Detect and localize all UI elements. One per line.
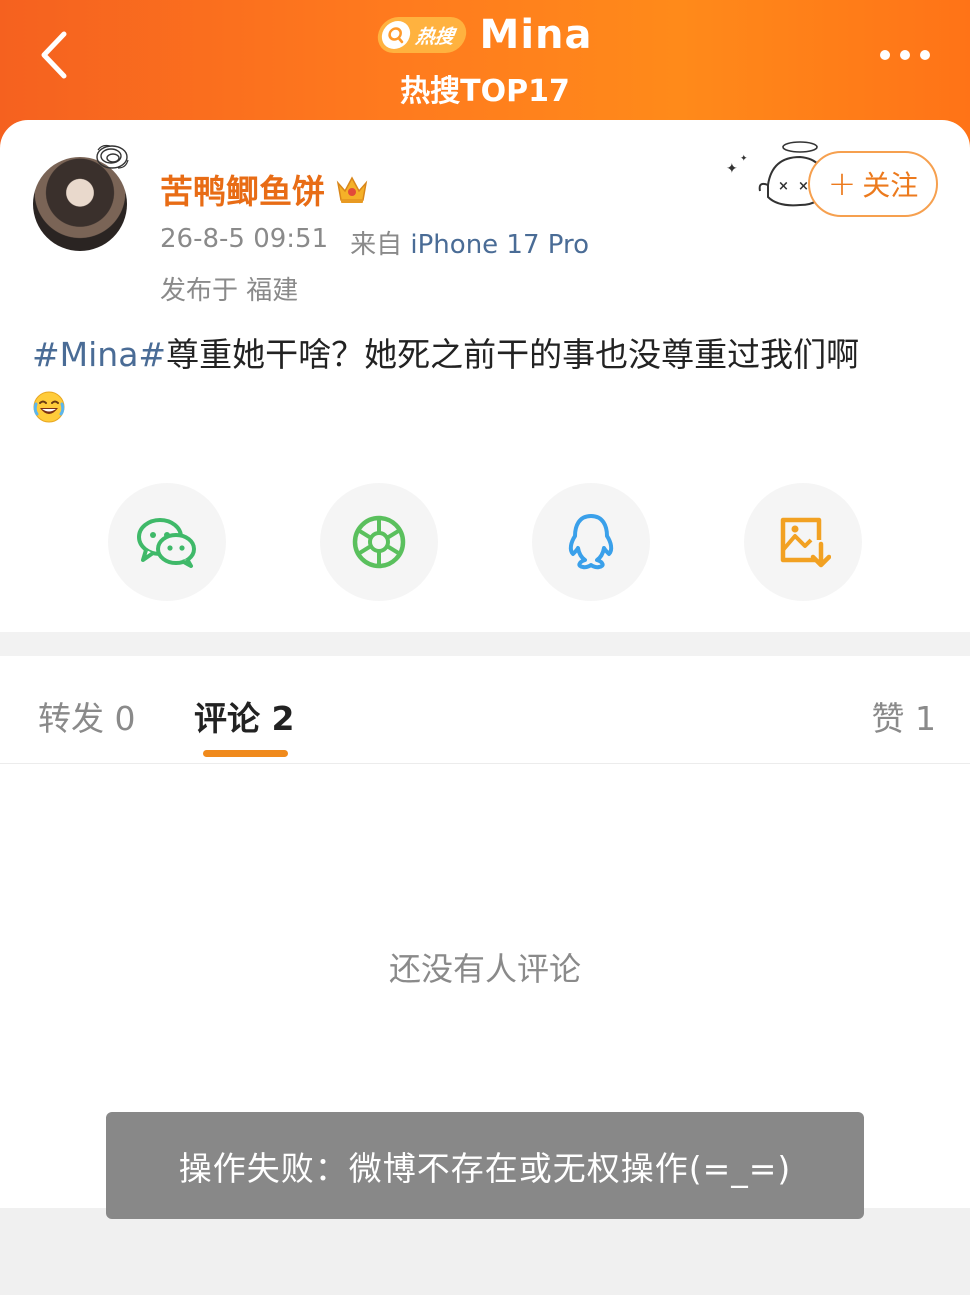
- share-wechat-button[interactable]: [108, 483, 226, 601]
- empty-comments-text: 还没有人评论: [388, 950, 581, 988]
- more-options-button[interactable]: [870, 38, 940, 72]
- hashtag-link[interactable]: #Mina#: [32, 335, 166, 374]
- wechat-icon: [137, 518, 196, 568]
- post-date: 26-8-5 09:51: [160, 224, 329, 254]
- dot-icon: [880, 50, 890, 60]
- bottom-bar: [0, 1208, 970, 1295]
- share-row: [0, 483, 970, 603]
- post-content: #Mina#尊重她干啥？她死之前干的事也没尊重过我们啊: [32, 330, 942, 380]
- device-name[interactable]: iPhone 17 Pro: [410, 230, 589, 260]
- hot-search-badge: 热搜: [374, 17, 469, 53]
- svg-text:✦: ✦: [740, 154, 748, 164]
- hot-search-title[interactable]: 热搜 Mina: [0, 10, 970, 60]
- active-tab-indicator: [203, 750, 288, 757]
- username[interactable]: 苦鸭鲫鱼饼: [160, 165, 369, 213]
- dot-icon: [900, 50, 910, 60]
- tab-repost[interactable]: 转发 0: [38, 692, 136, 740]
- svg-text:×: ×: [778, 179, 789, 194]
- crown-badge-icon: [336, 176, 368, 203]
- post-location: 发布于 福建: [160, 276, 299, 306]
- section-divider: [0, 632, 970, 656]
- hot-topic-title: Mina: [479, 12, 593, 58]
- svg-text:✦: ✦: [726, 161, 738, 177]
- follow-area: ✦ ✦ × × + 关注: [722, 135, 942, 225]
- share-qq-button[interactable]: [532, 483, 650, 601]
- interaction-tabs: 转发 0 评论 2 赞 1: [0, 656, 970, 764]
- error-toast: 操作失败：微博不存在或无权操作(=_=): [106, 1112, 864, 1219]
- qq-icon: [568, 514, 614, 570]
- dot-icon: [920, 50, 930, 60]
- source-prefix: 来自: [350, 230, 403, 260]
- hot-search-label: 热搜: [413, 25, 455, 48]
- hot-rank-label: 热搜TOP17: [400, 74, 570, 109]
- save-image-icon: [780, 517, 831, 568]
- scribble-decoration-icon: [96, 144, 129, 169]
- save-image-button[interactable]: [744, 483, 862, 601]
- post-body: 尊重她干啥？她死之前干的事也没尊重过我们啊: [166, 335, 860, 374]
- tab-comment[interactable]: 评论 2: [194, 692, 294, 740]
- moments-icon: [352, 515, 406, 569]
- tab-like[interactable]: 赞 1: [872, 692, 937, 740]
- follow-button[interactable]: + 关注: [808, 151, 938, 217]
- post-source: 来自 iPhone 17 Pro: [350, 224, 589, 261]
- username-text: 苦鸭鲫鱼饼: [160, 172, 325, 211]
- laugh-cry-emoji-icon: [33, 391, 65, 423]
- follow-label: 关注: [862, 169, 919, 202]
- plus-icon: +: [827, 164, 857, 204]
- post-meta: 26-8-5 09:51 来自 iPhone 17 Pro: [160, 224, 589, 261]
- post-card: 苦鸭鲫鱼饼 26-8-5 09:51 来自 iPhone 17 Pro 发布于 …: [0, 120, 970, 632]
- share-moments-button[interactable]: [320, 483, 438, 601]
- search-icon: [379, 21, 412, 49]
